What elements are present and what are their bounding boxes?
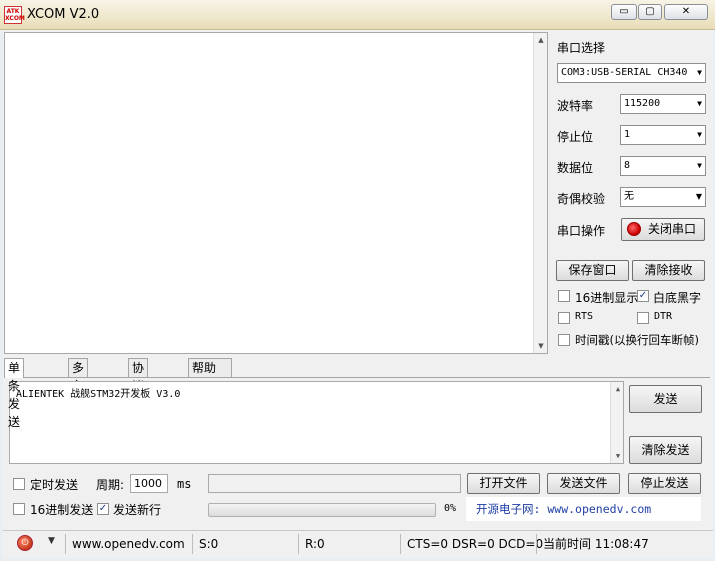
- period-unit: ms: [177, 477, 192, 491]
- white-black-checkbox[interactable]: ✓: [637, 290, 649, 302]
- scroll-up-icon[interactable]: ▲: [534, 33, 548, 47]
- period-input[interactable]: 1000: [130, 474, 168, 493]
- scroll-down-icon[interactable]: ▼: [534, 339, 548, 353]
- hex-display-checkbox[interactable]: [558, 290, 570, 302]
- window-title: XCOM V2.0: [27, 7, 100, 22]
- dtr-label: DTR: [654, 311, 673, 322]
- tab-multi-send[interactable]: 多条发送: [68, 358, 89, 429]
- status-bar: ⏻ ▼ www.openedv.com S:0 R:0 CTS=0 DSR=0 …: [3, 530, 713, 556]
- send-progress-bar: [208, 503, 436, 517]
- settings-gear-icon[interactable]: ⏻: [17, 535, 33, 551]
- chevron-down-icon[interactable]: ▼: [48, 536, 55, 546]
- chevron-down-icon: ▼: [697, 68, 702, 77]
- stopbits-select[interactable]: 1 ▼: [620, 125, 706, 145]
- stopbits-label: 停止位: [557, 130, 594, 144]
- tab-help[interactable]: 帮助: [188, 358, 232, 377]
- port-operation-label: 串口操作: [557, 224, 606, 238]
- baud-select[interactable]: 115200 ▼: [620, 94, 706, 114]
- site-banner-link[interactable]: 开源电子网: www.openedv.com: [466, 497, 701, 521]
- timestamp-checkbox[interactable]: [558, 334, 570, 346]
- receive-scrollbar[interactable]: ▲ ▼: [533, 33, 547, 353]
- send-newline-label: 发送新行: [113, 503, 162, 517]
- databits-label: 数据位: [557, 161, 594, 175]
- stop-send-button[interactable]: 停止发送: [628, 473, 701, 494]
- rts-checkbox[interactable]: [558, 312, 570, 324]
- tab-divider: [4, 377, 710, 378]
- send-button[interactable]: 发送: [629, 385, 702, 413]
- save-window-button[interactable]: 保存窗口: [556, 260, 629, 281]
- hex-send-label: 16进制发送: [30, 503, 94, 517]
- hex-display-label: 16进制显示: [575, 291, 639, 305]
- status-received-count: R:0: [298, 534, 398, 554]
- chevron-down-icon: ▼: [697, 161, 702, 170]
- send-textarea[interactable]: ALIENTEK 战舰STM32开发板 V3.0 ▲ ▼: [9, 381, 624, 464]
- tab-single-send[interactable]: 单条发送: [4, 358, 25, 429]
- scroll-up-icon[interactable]: ▲: [611, 382, 625, 396]
- maximize-button[interactable]: ▢: [638, 4, 662, 20]
- minimize-button[interactable]: ▭: [611, 4, 637, 20]
- port-label: 串口选择: [557, 41, 606, 55]
- send-newline-checkbox[interactable]: ✓: [97, 503, 109, 515]
- rts-label: RTS: [575, 311, 594, 322]
- close-button[interactable]: ✕: [664, 4, 708, 20]
- status-current-time: 当前时间 11:08:47: [536, 534, 706, 554]
- hex-send-checkbox[interactable]: [13, 503, 25, 515]
- timestamp-label: 时间戳(以换行回车断帧): [575, 333, 699, 347]
- send-file-button[interactable]: 发送文件: [547, 473, 620, 494]
- status-sent-count: S:0: [192, 534, 295, 554]
- timed-send-checkbox[interactable]: [13, 478, 25, 490]
- port-select[interactable]: COM3:USB-SERIAL CH340 ▼: [557, 63, 706, 83]
- receive-textarea[interactable]: ▲ ▼: [4, 32, 548, 354]
- app-logo: ATK XCOM: [4, 6, 25, 24]
- databits-select[interactable]: 8 ▼: [620, 156, 706, 176]
- file-path-field[interactable]: [208, 474, 461, 493]
- scroll-down-icon[interactable]: ▼: [611, 449, 625, 463]
- clear-receive-button[interactable]: 清除接收: [632, 260, 705, 281]
- chevron-down-icon: ▼: [695, 192, 702, 201]
- progress-text: 0%: [444, 503, 457, 514]
- timed-send-label: 定时发送: [30, 478, 79, 492]
- title-bar: [0, 0, 715, 30]
- clear-send-button[interactable]: 清除发送: [629, 436, 702, 464]
- baud-label: 波特率: [557, 99, 594, 113]
- parity-select[interactable]: 无 ▼: [620, 187, 706, 207]
- tab-protocol[interactable]: 协议传输: [128, 358, 149, 429]
- dtr-checkbox[interactable]: [637, 312, 649, 324]
- status-url-link[interactable]: www.openedv.com: [65, 534, 189, 554]
- status-line-signals: CTS=0 DSR=0 DCD=0: [400, 534, 543, 554]
- chevron-down-icon: ▼: [697, 130, 702, 139]
- send-scrollbar[interactable]: ▲ ▼: [610, 382, 623, 463]
- chevron-down-icon: ▼: [697, 99, 702, 108]
- period-label: 周期:: [96, 478, 125, 492]
- close-port-button[interactable]: 关闭串口: [621, 218, 705, 241]
- white-black-label: 白底黑字: [653, 291, 702, 305]
- open-file-button[interactable]: 打开文件: [467, 473, 540, 494]
- parity-label: 奇偶校验: [557, 192, 606, 206]
- port-status-icon: [627, 222, 641, 236]
- xcom-window: { "app": { "title": "XCOM V2.0", "logo_t…: [0, 0, 715, 561]
